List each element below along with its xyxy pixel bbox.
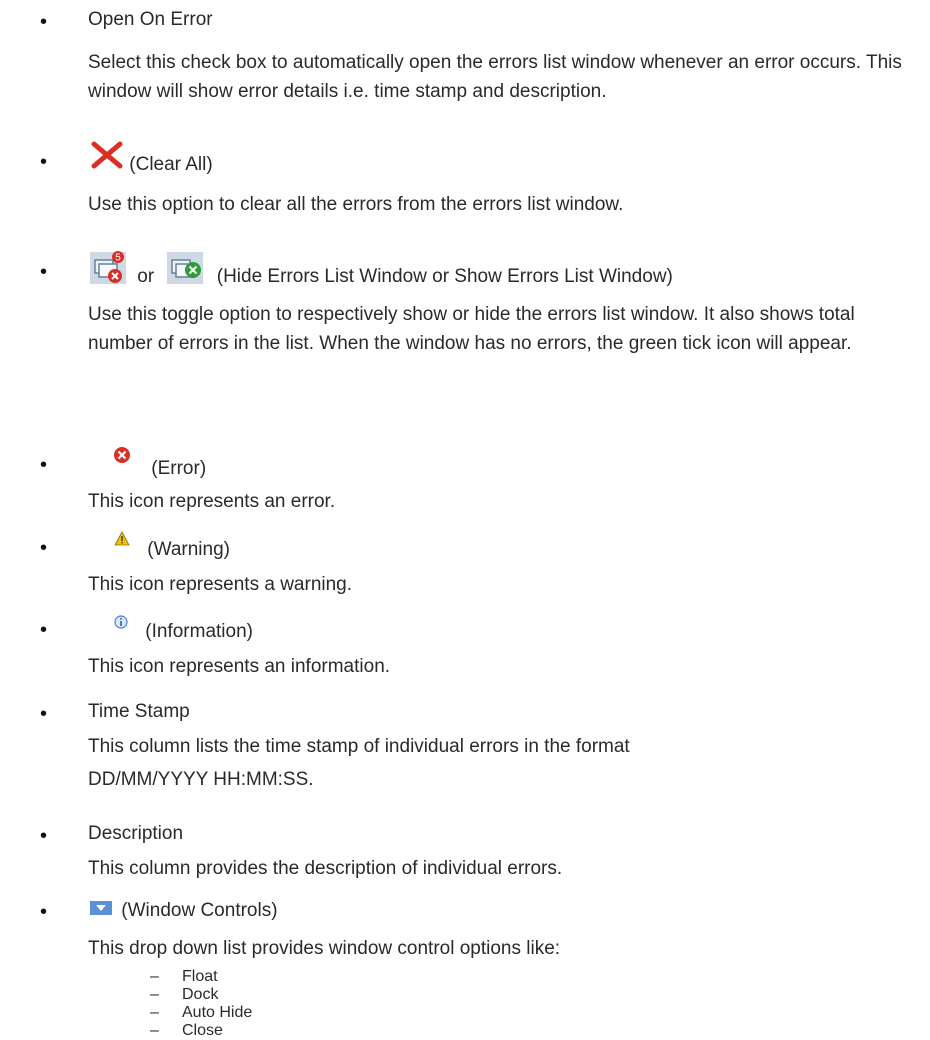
- option-dock: – Dock: [150, 986, 218, 1004]
- option-auto-hide: – Auto Hide: [150, 1004, 252, 1022]
- option-label: Close: [182, 1022, 223, 1039]
- description-line: DD/MM/YYYY HH:MM:SS.: [88, 769, 314, 790]
- warning-icon: [114, 530, 130, 554]
- item-heading: (Information): [145, 621, 253, 643]
- bullet: •: [40, 703, 48, 725]
- information-icon: [114, 612, 128, 636]
- item-heading-row: (Error): [88, 445, 206, 479]
- item-description: Use this toggle option to respectively s…: [88, 304, 855, 354]
- bullet: •: [40, 619, 48, 641]
- item-heading: (Clear All): [129, 153, 213, 175]
- item-description: This drop down list provides window cont…: [88, 938, 561, 959]
- item-description: This column provides the description of …: [88, 858, 563, 879]
- item-heading: Description: [88, 823, 184, 844]
- item-description: Use this option to clear all the errors …: [88, 194, 624, 215]
- item-description: Select this check box to automatically o…: [88, 52, 902, 102]
- item-heading-row: (Clear All): [88, 140, 213, 177]
- item-heading-row: (Warning): [88, 530, 230, 560]
- window-controls-dropdown-icon: [90, 898, 112, 922]
- bullet: •: [40, 454, 48, 476]
- option-label: Dock: [182, 986, 219, 1003]
- description-line: This column lists the time stamp of indi…: [88, 736, 630, 757]
- dash: –: [150, 986, 159, 1003]
- clear-all-x-icon: [90, 140, 124, 177]
- dash: –: [150, 1022, 159, 1039]
- item-heading: (Window Controls): [121, 900, 278, 922]
- show-errors-window-icon: [167, 250, 204, 291]
- item-description: This icon represents an information.: [88, 656, 391, 677]
- error-icon: [112, 445, 132, 472]
- item-heading-row: (Window Controls): [88, 898, 278, 922]
- item-description: This icon represents an error.: [88, 491, 336, 512]
- item-heading: (Error): [151, 457, 207, 479]
- option-label: Auto Hide: [182, 1004, 253, 1021]
- item-heading-row: (Information): [88, 612, 253, 642]
- option-label: Float: [182, 968, 218, 985]
- help-page: • Open On Error Select this check box to…: [0, 0, 930, 1040]
- error-count-badge: 5: [115, 253, 121, 264]
- dash: –: [150, 1004, 159, 1021]
- item-heading: (Warning): [147, 539, 230, 561]
- dash: –: [150, 968, 159, 985]
- option-float: – Float: [150, 968, 218, 986]
- bullet: •: [40, 151, 48, 173]
- option-close: – Close: [150, 1022, 223, 1040]
- item-heading-row: 5 or (Hide Errors List Window or Show Er…: [88, 250, 673, 291]
- item-heading: Open On Error: [88, 9, 213, 30]
- bullet: •: [40, 261, 48, 283]
- hide-errors-window-icon: 5: [90, 250, 126, 291]
- bullet: •: [40, 11, 48, 33]
- or-label: or: [137, 265, 155, 287]
- item-description: This icon represents a warning.: [88, 574, 353, 595]
- item-description: This column lists the time stamp of indi…: [88, 732, 918, 794]
- item-heading: (Hide Errors List Window or Show Errors …: [216, 265, 673, 287]
- bullet: •: [40, 537, 48, 559]
- bullet: •: [40, 825, 48, 847]
- bullet: •: [40, 901, 48, 923]
- item-heading: Time Stamp: [88, 701, 190, 722]
